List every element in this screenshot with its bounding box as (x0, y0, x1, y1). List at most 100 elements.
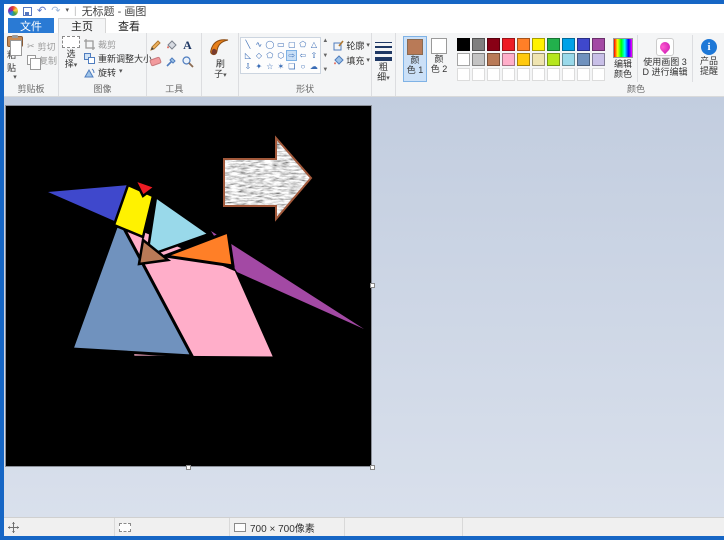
canvas-resize-handle-bottom[interactable] (186, 465, 191, 470)
rotate-button[interactable]: 旋转 ▾ (82, 65, 152, 79)
shape-option-icon[interactable]: ☁ (308, 61, 319, 72)
shape-option-icon[interactable]: ◺ (242, 50, 253, 61)
magnifier-tool[interactable] (180, 54, 195, 69)
shape-option-icon[interactable]: ⇦ (297, 50, 308, 61)
palette-color-swatch[interactable] (577, 53, 590, 66)
save-icon[interactable] (23, 7, 32, 16)
color2-button[interactable]: 颜色 2 (427, 36, 451, 82)
palette-color-swatch[interactable] (592, 53, 605, 66)
palette-color-swatch[interactable] (457, 38, 470, 51)
crop-button[interactable]: 裁剪 (82, 37, 152, 51)
eraser-tool[interactable] (148, 54, 163, 69)
color1-button[interactable]: 颜色 1 (403, 36, 427, 82)
shape-option-icon[interactable]: ╲ (242, 39, 253, 50)
arrow-noise-texture (220, 134, 316, 224)
size-label: 粗 细▾ (377, 62, 390, 82)
group-brushes: 刷 子▾ (202, 33, 239, 96)
palette-empty-swatch (532, 68, 545, 81)
shape-option-icon[interactable]: ▢ (286, 39, 297, 50)
palette-color-swatch[interactable] (577, 38, 590, 51)
palette-color-swatch[interactable] (472, 53, 485, 66)
select-button[interactable]: 选 择▾ (60, 35, 82, 82)
paint3d-icon (656, 38, 674, 56)
palette-color-swatch[interactable] (517, 53, 530, 66)
shapes-more-icon[interactable]: ▼ (322, 67, 328, 73)
palette-color-swatch[interactable] (502, 38, 515, 51)
shape-option-icon[interactable]: ○ (297, 61, 308, 72)
shape-option-icon[interactable]: ◇ (253, 50, 264, 61)
brushes-button[interactable]: 刷 子▾ (203, 35, 237, 80)
palette-color-swatch[interactable] (547, 38, 560, 51)
palette-color-swatch[interactable] (487, 38, 500, 51)
size-button[interactable]: 粗 细▾ (373, 35, 394, 83)
shape-option-icon[interactable]: ⬠ (264, 50, 275, 61)
work-area (4, 97, 724, 517)
resize-button[interactable]: 重新调整大小 (82, 51, 152, 65)
qat-dropdown-icon[interactable]: ▾ (65, 8, 69, 14)
shapes-scroll-up-icon[interactable]: ▲ (322, 38, 328, 44)
canvas-resize-handle-corner[interactable] (370, 465, 375, 470)
shape-option-icon[interactable]: ⬡ (275, 50, 286, 61)
palette-color-swatch[interactable] (592, 38, 605, 51)
status-selection-segment (115, 518, 230, 536)
palette-color-swatch[interactable] (502, 53, 515, 66)
text-tool[interactable]: A (180, 38, 195, 53)
product-alerts-button[interactable]: i 产品提醒 (695, 35, 723, 82)
cut-button[interactable]: ✂ 剪切 (25, 39, 57, 53)
undo-icon[interactable]: ↶ (37, 6, 46, 17)
ribbon-tabs: 文件 主页 查看 (4, 18, 724, 33)
shape-option-icon[interactable]: ⇩ (242, 61, 253, 72)
rotate-label: 旋转 (98, 66, 116, 79)
fill-tool[interactable] (164, 38, 179, 53)
canvas-resize-handle-right[interactable] (370, 283, 375, 288)
fill-button[interactable]: 填充 ▾ (333, 54, 370, 67)
paste-icon (7, 36, 23, 47)
color1-label: 颜色 1 (407, 55, 424, 75)
edit-colors-button[interactable]: 编辑颜色 (611, 35, 635, 82)
paint3d-button[interactable]: 使用画图 3D 进行编辑 (640, 35, 690, 82)
shape-option-icon[interactable]: ⬠ (297, 39, 308, 50)
paste-button[interactable]: 粘贴 ▾ (5, 35, 25, 82)
shape-option-icon[interactable]: ☆ (264, 61, 275, 72)
drawing-canvas[interactable] (5, 105, 372, 467)
shape-option-icon[interactable]: ∿ (253, 39, 264, 50)
palette-color-swatch[interactable] (457, 53, 470, 66)
pencil-tool[interactable] (148, 38, 163, 53)
brush-icon (208, 36, 232, 58)
palette-color-swatch[interactable] (517, 38, 530, 51)
palette-color-swatch[interactable] (532, 53, 545, 66)
color2-swatch (431, 38, 447, 54)
shape-option-icon[interactable]: ⇧ (308, 50, 319, 61)
group-clipboard: 粘贴 ▾ ✂ 剪切 复制 剪贴板 (4, 33, 59, 96)
palette-color-swatch[interactable] (487, 53, 500, 66)
color-picker-tool[interactable] (164, 54, 179, 69)
shape-option-icon[interactable]: ▭ (275, 39, 286, 50)
tab-home[interactable]: 主页 (58, 18, 106, 33)
palette-empty-swatch (577, 68, 590, 81)
rotate-dropdown-icon: ▾ (119, 69, 123, 75)
tab-view[interactable]: 查看 (106, 18, 152, 33)
outline-button[interactable]: 轮廓 ▾ (333, 39, 370, 52)
crop-label: 裁剪 (98, 38, 116, 51)
cut-label: 剪切 (38, 40, 56, 53)
shape-option-icon[interactable]: ◯ (264, 39, 275, 50)
line-thickness-icon (375, 42, 392, 61)
shape-option-icon[interactable]: ✦ (253, 61, 264, 72)
shape-option-icon[interactable]: △ (308, 39, 319, 50)
palette-color-swatch[interactable] (472, 38, 485, 51)
copy-button[interactable]: 复制 (25, 53, 57, 67)
palette-empty-swatch (547, 68, 560, 81)
brushes-label: 刷 子▾ (214, 59, 227, 79)
palette-color-swatch[interactable] (547, 53, 560, 66)
redo-icon[interactable]: ↷ (51, 6, 60, 17)
shape-option-icon[interactable]: ⇨ (286, 50, 297, 61)
tab-file[interactable]: 文件 (8, 18, 54, 33)
color-palette (457, 38, 605, 82)
palette-color-swatch[interactable] (562, 38, 575, 51)
palette-color-swatch[interactable] (562, 53, 575, 66)
color2-label: 颜色 2 (431, 54, 448, 74)
shapes-scroll-down-icon[interactable]: ▼ (322, 53, 328, 59)
palette-color-swatch[interactable] (532, 38, 545, 51)
shape-option-icon[interactable]: ❏ (286, 61, 297, 72)
shape-option-icon[interactable]: ✶ (275, 61, 286, 72)
